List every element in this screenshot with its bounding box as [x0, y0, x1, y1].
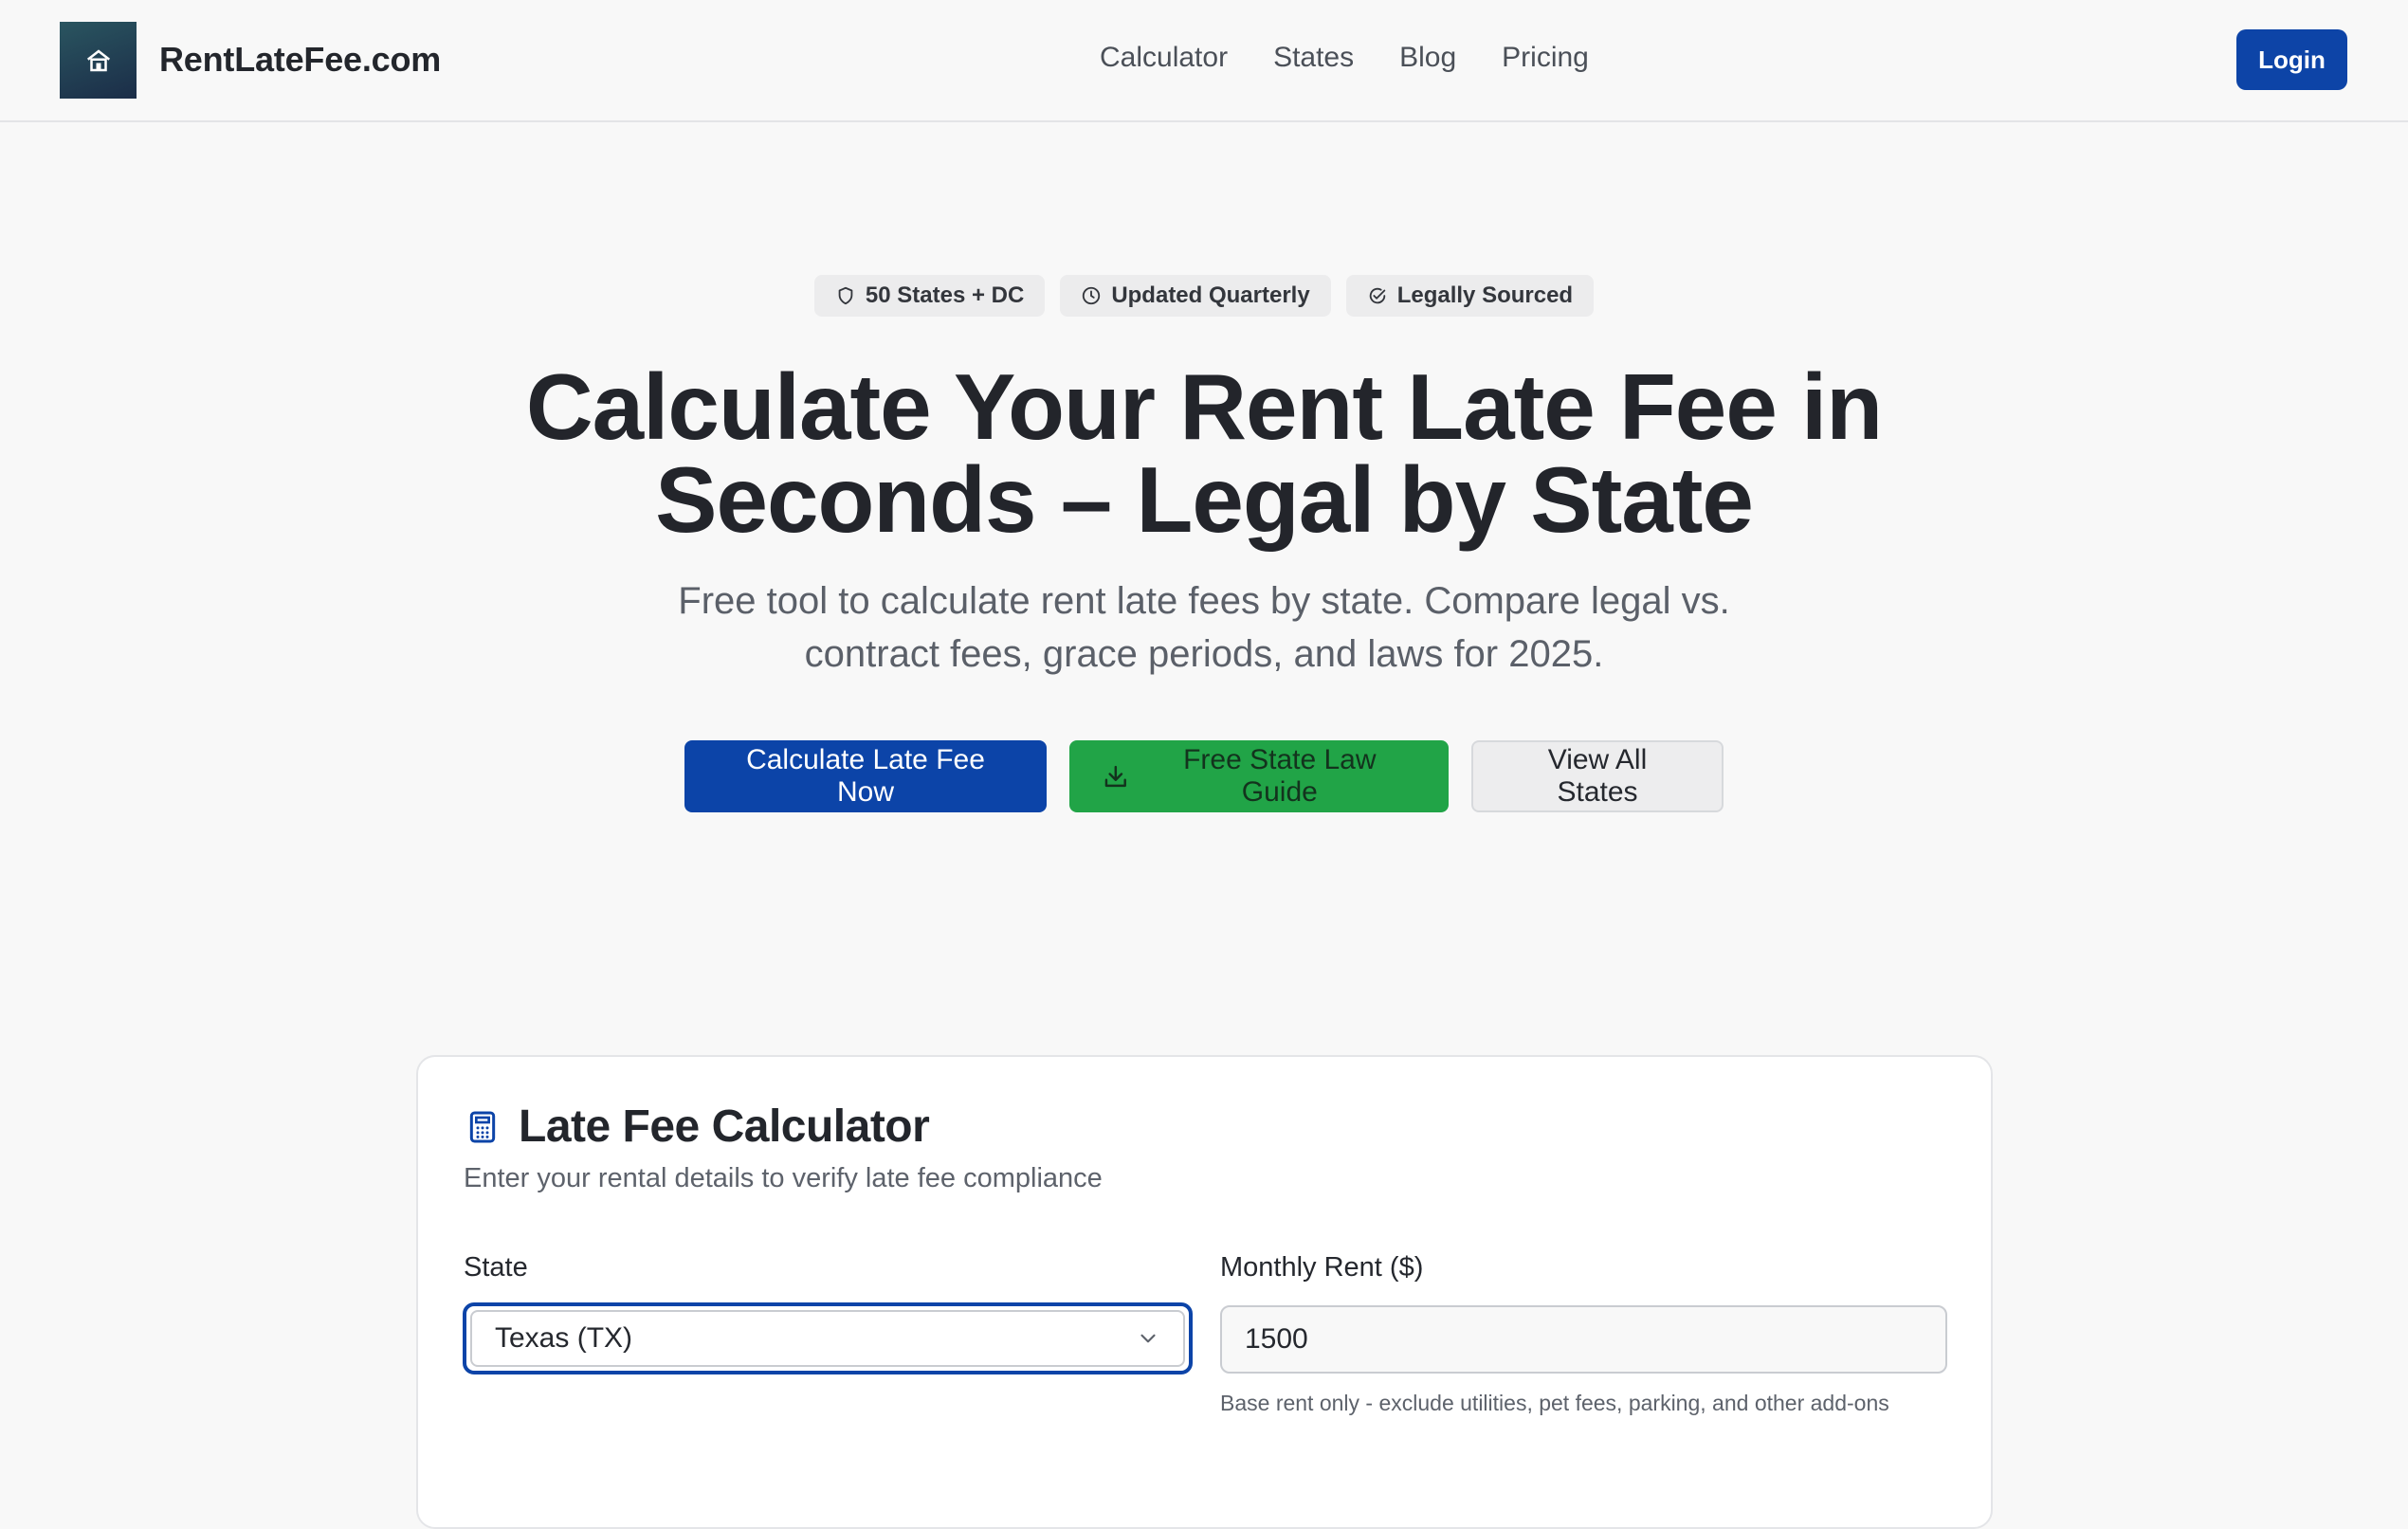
state-law-guide-button[interactable]: Free State Law Guide	[1069, 740, 1449, 812]
hero-subtitle-line1: Free tool to calculate rent late fees by…	[678, 580, 1730, 622]
calculator-title: Late Fee Calculator	[519, 1101, 930, 1152]
nav-states[interactable]: States	[1273, 42, 1354, 74]
badge-legal-label: Legally Sourced	[1396, 282, 1574, 308]
nav-blog[interactable]: Blog	[1399, 42, 1456, 74]
trust-badges: 50 States + DC Updated Quarterly Legally…	[0, 275, 2408, 317]
monthly-rent-input[interactable]	[1220, 1305, 1947, 1374]
hero-subtitle-line2: contract fees, grace periods, and laws f…	[804, 633, 1604, 675]
login-button[interactable]: Login	[2236, 29, 2347, 90]
view-all-states-button[interactable]: View All States	[1471, 740, 1724, 812]
shield-icon	[838, 286, 853, 305]
logo-icon[interactable]	[60, 22, 137, 99]
calculator-subtitle: Enter your rental details to verify late…	[464, 1163, 1103, 1193]
calculator-icon	[469, 1111, 496, 1142]
calculate-now-label: Calculate Late Fee Now	[746, 744, 985, 808]
calculator-card: Late Fee Calculator Enter your rental de…	[416, 1055, 1993, 1529]
state-label: State	[464, 1252, 528, 1283]
hero-title: Calculate Your Rent Late Fee in Seconds …	[0, 360, 2408, 546]
calculator-title-row: Late Fee Calculator	[464, 1101, 930, 1153]
rent-helper-text: Base rent only - exclude utilities, pet …	[1220, 1391, 1889, 1415]
badge-states: 50 States + DC	[813, 275, 1046, 317]
badge-updated: Updated Quarterly	[1060, 275, 1331, 317]
main-nav: Calculator States Blog Pricing	[1100, 42, 1589, 74]
cta-row: Calculate Late Fee Now Free State Law Gu…	[0, 740, 2408, 812]
calculate-now-button[interactable]: Calculate Late Fee Now	[684, 740, 1047, 812]
download-icon	[1104, 765, 1126, 788]
state-select-inner: Texas (TX)	[470, 1310, 1185, 1367]
site-header: RentLateFee.com Calculator States Blog P…	[0, 0, 2408, 122]
hero-title-line1: Calculate Your Rent Late Fee in	[525, 355, 1883, 459]
nav-calculator[interactable]: Calculator	[1100, 42, 1228, 74]
house-icon	[86, 48, 110, 71]
rent-label: Monthly Rent ($)	[1220, 1252, 1424, 1283]
view-all-states-label: View All States	[1547, 744, 1648, 808]
brand-name[interactable]: RentLateFee.com	[159, 40, 441, 80]
state-select-value: Texas (TX)	[495, 1322, 633, 1354]
hero-subtitle: Free tool to calculate rent late fees by…	[588, 574, 1820, 681]
state-select[interactable]: Texas (TX)	[463, 1302, 1193, 1374]
check-circle-icon	[1369, 287, 1385, 304]
badge-updated-label: Updated Quarterly	[1111, 282, 1310, 308]
clock-icon	[1083, 286, 1101, 305]
state-law-guide-label: Free State Law Guide	[1183, 744, 1377, 808]
hero-title-line2: Seconds – Legal by State	[655, 447, 1754, 552]
nav-pricing[interactable]: Pricing	[1502, 42, 1589, 74]
badge-states-label: 50 States + DC	[865, 282, 1025, 308]
badge-legal: Legally Sourced	[1345, 275, 1595, 317]
chevron-down-icon	[1140, 1334, 1156, 1343]
